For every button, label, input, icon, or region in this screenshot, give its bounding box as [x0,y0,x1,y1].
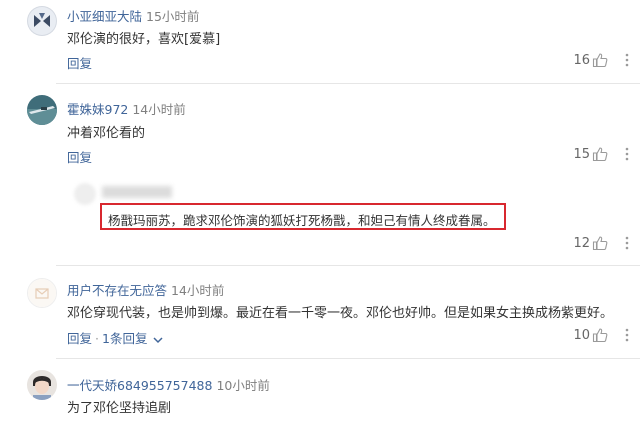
username-text[interactable]: 用户不存在无应答 [67,283,167,298]
comment-username[interactable]: 霍姝妹972 14小时前 [67,99,186,118]
username-text[interactable]: 霍姝妹972 [67,102,128,117]
reply-button[interactable]: 回复 [67,331,92,346]
more-vertical-icon[interactable] [620,235,634,251]
avatar[interactable] [27,95,57,125]
more-vertical-icon[interactable] [620,146,634,162]
thumb-up-icon[interactable] [592,327,608,343]
separator: · [95,331,99,346]
comment-text: 邓伦演的很好，喜欢[爱慕] [67,32,221,47]
view-replies-link[interactable]: 1条回复 [102,331,147,346]
highlighted-reply: 杨戬玛丽苏，跪求邓伦饰演的狐妖打死杨戬，和妲己有情人终成眷属。 [100,203,506,230]
like-count: 10 [573,328,590,343]
username-text[interactable]: 一代天娇684955757488 [67,378,212,393]
thumb-up-icon[interactable] [592,52,608,68]
blurred-username [102,186,172,198]
comment-username[interactable]: 一代天娇684955757488 10小时前 [67,375,270,394]
avatar[interactable] [27,6,57,36]
comment-username[interactable]: 用户不存在无应答 14小时前 [67,280,224,299]
comment-actions: 回复 · 1条回复 [67,328,163,347]
divider [56,83,640,84]
like-count: 15 [573,147,590,162]
divider [56,358,640,359]
comment-text: 为了邓伦坚持追剧 [67,401,172,416]
comment-time: 14小时前 [132,102,186,117]
divider [56,265,640,266]
reply-button[interactable]: 回复 [67,147,92,166]
comment-time: 15小时前 [146,9,200,24]
thumb-up-icon[interactable] [592,235,608,251]
chevron-down-icon[interactable] [153,336,163,344]
comment-text: 邓伦穿现代装，也是帅到爆。最近在看一千零一夜。邓伦也好帅。但是如果女主换成杨紫更… [67,306,614,321]
blurred-avatar [74,183,96,205]
comment-username[interactable]: 小亚细亚大陆 15小时前 [67,6,199,25]
comment-time: 10小时前 [216,378,270,393]
comment-time: 14小时前 [171,283,225,298]
like-count: 16 [573,53,590,68]
avatar[interactable] [27,370,57,400]
reply-button[interactable]: 回复 [67,53,92,72]
more-vertical-icon[interactable] [620,52,634,68]
reply-text: 杨戬玛丽苏，跪求邓伦饰演的狐妖打死杨戬，和妲己有情人终成眷属。 [108,213,496,228]
thumb-up-icon[interactable] [592,146,608,162]
like-count: 12 [573,236,590,251]
username-text[interactable]: 小亚细亚大陆 [67,9,142,24]
comment-text: 冲着邓伦看的 [67,126,146,141]
avatar[interactable] [27,278,57,308]
more-vertical-icon[interactable] [620,327,634,343]
